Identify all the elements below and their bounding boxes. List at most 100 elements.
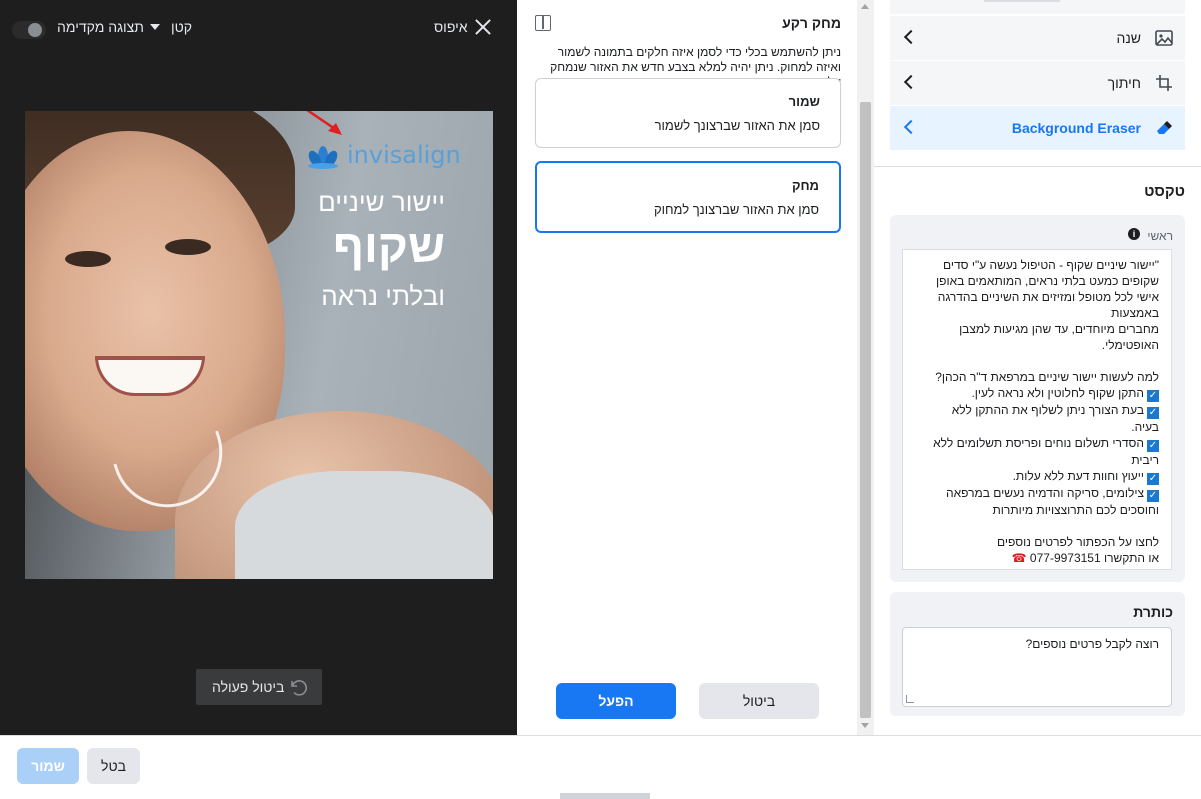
compare-icon[interactable] xyxy=(535,15,551,31)
primary-text-line-text: האופטימלי. xyxy=(1101,338,1159,352)
eraser-icon xyxy=(1157,121,1172,134)
panel-title: מחק רקע xyxy=(782,15,841,31)
tool-row-background-eraser[interactable]: Background Eraser xyxy=(890,106,1185,150)
ad-line-2: שקוף xyxy=(332,220,445,272)
chevron-left-icon xyxy=(903,119,919,135)
undo-icon xyxy=(291,680,308,696)
erase-option[interactable]: מחק סמן את האזור שברצונך למחוק xyxy=(535,161,841,233)
section-divider xyxy=(874,166,1201,167)
tool-row-crop[interactable]: חיתוך xyxy=(890,61,1185,105)
ad-line-1: יישור שיניים xyxy=(318,187,445,217)
primary-text-line-text: מחברים מיוחדים, עד שהן מגיעות למצבן xyxy=(959,322,1159,336)
cancel-eraser-label: ביטול xyxy=(742,693,776,709)
primary-text-line: אישי לכל מטופל ומזיזים את השיניים בהדרגה xyxy=(911,289,1159,305)
apply-label: הפעל xyxy=(598,693,634,709)
primary-text-input[interactable]: "יישור שיניים שקוף - הטיפול נעשה ע"י סדי… xyxy=(902,249,1172,570)
headline-label: כותרת xyxy=(1133,604,1173,620)
scroll-down-icon[interactable] xyxy=(861,723,869,728)
toggle-knob xyxy=(28,23,42,37)
primary-text-line: ✓בעת הצורך ניתן לשלוף את ההתקן ללא xyxy=(911,402,1159,419)
primary-text-line-text: ייעוץ וחוות דעת ללא עלות. xyxy=(1012,469,1144,483)
tool-row-change[interactable]: שנה xyxy=(890,16,1185,60)
primary-text-line: למה לעשות יישור שיניים במרפאת ד"ר הכהן? xyxy=(911,369,1159,385)
chevron-left-icon xyxy=(903,74,919,90)
keep-option[interactable]: שמור סמן את האזור שברצונך לשמור xyxy=(535,78,841,148)
primary-text-line: וחוסכים לכם התרוצצויות מיותרות xyxy=(911,502,1160,518)
size-dropdown[interactable]: קטן xyxy=(171,19,192,35)
primary-text-line-text: או התקשרו 077-9973151 xyxy=(1029,551,1159,565)
background-eraser-panel: מחק רקע ניתן להשתמש בכלי כדי לסמן איזה ח… xyxy=(517,0,857,735)
headline-value: רוצה לקבל פרטים נוספים? xyxy=(1025,637,1159,651)
primary-text-line-text: אישי לכל מטופל ומזיזים את השיניים בהדרגה xyxy=(937,290,1159,304)
primary-text-line-text: באמצעות xyxy=(1111,306,1159,320)
primary-text-line: ריבית xyxy=(911,452,1159,468)
previous-row-stub xyxy=(890,0,1185,14)
close-icon[interactable] xyxy=(474,18,492,36)
checkbox-emoji-icon: ✓ xyxy=(1147,390,1159,402)
preview-toolbar: איפוס קטן תצוגה מקדימה xyxy=(0,0,517,54)
primary-text-line: האופטימלי. xyxy=(911,337,1159,353)
save-button[interactable]: שמור xyxy=(17,748,79,784)
primary-text-line: או התקשרו 077-9973151 ☎ xyxy=(911,550,1159,566)
info-icon[interactable]: i xyxy=(1128,228,1140,240)
checkbox-emoji-icon: ✓ xyxy=(1147,440,1159,452)
cancel-label: בטל xyxy=(101,758,126,774)
preview-toggle[interactable] xyxy=(12,21,46,39)
cancel-button[interactable]: בטל xyxy=(87,748,140,784)
ad-line-3: ובלתי נראה xyxy=(321,281,445,311)
primary-text-line: באמצעות xyxy=(911,305,1159,321)
primary-text-line-text: בעיה. xyxy=(1131,420,1159,434)
photo-eye-left xyxy=(65,251,111,267)
scroll-thumb[interactable] xyxy=(860,102,871,718)
primary-text-line: שקופים כמעט בלתי נראים, המותאמים באופן xyxy=(911,273,1159,289)
phone-icon: ☎ xyxy=(1011,551,1030,565)
brand-name: invisalign xyxy=(347,141,461,169)
tool-label: שנה xyxy=(1116,30,1141,46)
checkbox-emoji-icon: ✓ xyxy=(1147,407,1159,419)
preview-toggle-label: תצוגה מקדימה xyxy=(57,19,144,35)
tool-label: חיתוך xyxy=(1107,75,1141,91)
primary-text-line-text: וחוסכים לכם התרוצצויות מיותרות xyxy=(992,503,1160,517)
red-arrow-icon xyxy=(306,111,342,135)
undo-button[interactable]: ביטול פעולה xyxy=(196,669,322,705)
dialog-footer: שמור בטל xyxy=(0,735,1201,799)
primary-text-line-text: ריבית xyxy=(1131,453,1159,467)
primary-text-line-text: שקופים כמעט בלתי נראים, המותאמים באופן xyxy=(936,274,1159,288)
primary-text-line: ✓הסדרי תשלום נוחים ופריסת תשלומים ללא xyxy=(911,435,1159,452)
tool-label: Background Eraser xyxy=(1011,120,1141,136)
caret-down-icon[interactable] xyxy=(150,24,160,30)
cancel-eraser-button[interactable]: ביטול xyxy=(699,683,819,719)
background-page-sliver xyxy=(560,793,650,799)
save-label: שמור xyxy=(31,758,65,774)
primary-text-line-text: לחצו על הכפתור לפרטים נוספים xyxy=(997,535,1159,549)
panel-scrollbar[interactable] xyxy=(857,0,874,735)
primary-text-line: ✓התקן שקוף לחלוטין ולא נראה לעין. xyxy=(911,385,1159,402)
checkbox-emoji-icon: ✓ xyxy=(1147,473,1159,485)
text-section-title: טקסט xyxy=(1144,183,1185,200)
checkbox-emoji-icon: ✓ xyxy=(1147,490,1159,502)
primary-text-line: "יישור שיניים שקוף - הטיפול נעשה ע"י סדי… xyxy=(911,257,1159,273)
keep-title: שמור xyxy=(788,94,820,109)
ad-image-canvas[interactable]: invisalign יישור שיניים שקוף ובלתי נראה xyxy=(25,111,493,579)
brand-logo: invisalign xyxy=(305,141,485,171)
erase-text: סמן את האזור שברצונך למחוק xyxy=(653,202,819,217)
primary-text-line: ✓ייעוץ וחוות דעת ללא עלות. xyxy=(911,468,1159,485)
primary-text-line xyxy=(911,518,1159,534)
reset-button[interactable]: איפוס xyxy=(434,19,468,35)
keep-text: סמן את האזור שברצונך לשמור xyxy=(654,118,820,133)
headline-input[interactable]: רוצה לקבל פרטים נוספים? xyxy=(902,627,1172,707)
ad-settings-panel: שנה חיתוך Background Eraser טקסט ראשי i … xyxy=(874,0,1201,735)
lotus-icon xyxy=(308,146,338,169)
primary-text-line-text: צילומים, סריקה והדמיה נעשים במרפאה xyxy=(945,486,1144,500)
resize-grip-icon[interactable] xyxy=(906,695,914,703)
primary-text-line-text: למה לעשות יישור שיניים במרפאת ד"ר הכהן? xyxy=(935,370,1159,384)
primary-text-line xyxy=(911,353,1159,369)
primary-text-line: ✓צילומים, סריקה והדמיה נעשים במרפאה xyxy=(911,485,1159,502)
erase-title: מחק xyxy=(791,178,819,193)
scroll-up-icon[interactable] xyxy=(861,4,869,9)
photo-eye-right xyxy=(165,239,211,255)
primary-text-line-text: בעת הצורך ניתן לשלוף את ההתקן ללא xyxy=(951,403,1144,417)
primary-text-label: ראשי xyxy=(1147,229,1173,243)
primary-text-section: ראשי i "יישור שיניים שקוף - הטיפול נעשה … xyxy=(890,215,1185,582)
apply-button[interactable]: הפעל xyxy=(556,683,676,719)
